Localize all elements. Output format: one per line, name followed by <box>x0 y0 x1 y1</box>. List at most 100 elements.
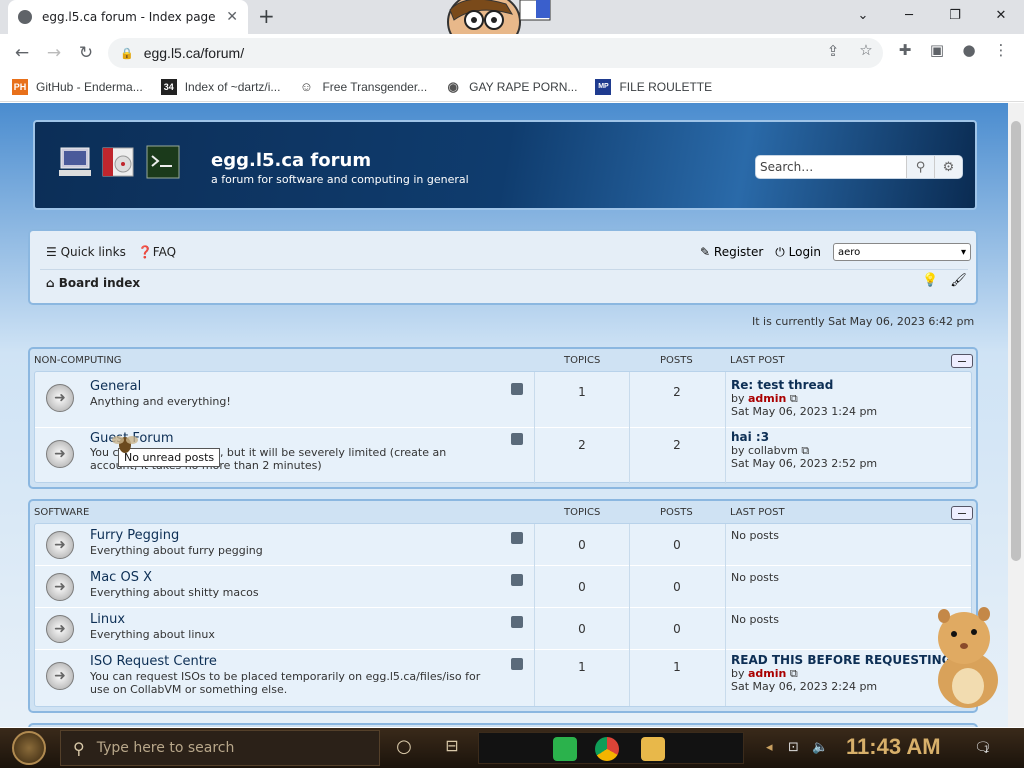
browser-tab[interactable]: egg.l5.ca forum - Index page ✕ <box>8 0 248 34</box>
quick-links-menu[interactable]: ☰ Quick links <box>46 245 126 259</box>
next-category-edge <box>28 723 978 727</box>
dartz-icon: 34 <box>160 78 177 95</box>
post-count: 0 <box>673 622 681 636</box>
last-post-date: Sat May 06, 2023 2:52 pm <box>731 457 878 470</box>
taskbar-clock[interactable]: 11:43 AM <box>846 734 941 760</box>
forum-title[interactable]: ISO Request Centre <box>90 654 217 669</box>
category-title[interactable]: NON-COMPUTING <box>34 355 122 366</box>
cell-separator <box>725 524 726 566</box>
collapse-button[interactable] <box>951 506 973 520</box>
close-window-button[interactable]: ✕ <box>978 0 1024 30</box>
style-select[interactable]: aero ▾ <box>833 243 971 261</box>
sheets-app-icon[interactable] <box>553 737 577 761</box>
forum-description: You can request ISOs to be placed tempor… <box>90 670 481 696</box>
restore-button[interactable]: ❐ <box>932 0 978 30</box>
style-value: aero <box>838 246 861 258</box>
topics-header: TOPICS <box>564 507 601 518</box>
view-post-icon[interactable]: ⧉ <box>801 444 809 457</box>
register-link[interactable]: ✎ Register <box>700 245 763 259</box>
cell-separator <box>534 566 535 608</box>
brush-icon[interactable]: 🖌 <box>950 273 967 288</box>
scrollbar-thumb[interactable] <box>1011 121 1021 561</box>
bookmark-item[interactable]: MP FILE ROULETTE <box>595 78 712 95</box>
show-hidden-icons[interactable]: ◂ <box>766 740 773 755</box>
back-icon[interactable]: ← <box>6 43 38 63</box>
forum-title[interactable]: Furry Pegging <box>90 528 179 543</box>
gear-icon: ⚙ <box>942 159 955 175</box>
bookmark-item[interactable]: ◉ GAY RAPE PORN... <box>445 78 577 95</box>
taskbar-search[interactable]: ⚲ Type here to search <box>60 730 380 766</box>
last-post-user[interactable]: collabvm <box>748 444 798 457</box>
cortana-icon[interactable]: ○ <box>392 736 416 760</box>
forum-read-icon: ➜ <box>46 573 74 601</box>
board-index-label: Board index <box>58 276 141 290</box>
extensions-icon[interactable]: ✚ <box>894 41 916 59</box>
cell-separator <box>725 372 726 428</box>
search-input[interactable]: Search… <box>756 156 906 178</box>
faq-link[interactable]: ❓FAQ <box>138 245 176 259</box>
collapse-button[interactable] <box>951 354 973 368</box>
lastpost-header: LAST POST <box>730 355 785 366</box>
forum-description: Everything about furry pegging <box>90 544 263 557</box>
minimize-button[interactable]: ─ <box>886 0 932 30</box>
bookmark-item[interactable]: 34 Index of ~dartz/i... <box>160 78 280 95</box>
site-logo[interactable] <box>57 144 181 180</box>
category-title[interactable]: SOFTWARE <box>34 507 89 518</box>
share-icon[interactable]: ⇪ <box>822 42 844 60</box>
rss-icon[interactable] <box>511 383 523 395</box>
search-box: Search… ⚲ ⚙ <box>755 155 963 179</box>
advanced-search-button[interactable]: ⚙ <box>934 156 962 178</box>
bookmark-label: Free Transgender... <box>322 79 428 94</box>
task-view-icon[interactable]: ⊟ <box>440 736 464 760</box>
tab-search-icon[interactable]: ⌄ <box>840 0 886 30</box>
forward-icon[interactable]: → <box>38 43 70 63</box>
view-post-icon[interactable]: ⧉ <box>790 392 798 405</box>
lightbulb-icon[interactable]: 💡 <box>922 273 938 288</box>
bookmark-item[interactable]: PH GitHub - Enderma... <box>12 78 143 95</box>
close-tab-icon[interactable]: ✕ <box>226 9 238 25</box>
forum-title[interactable]: Mac OS X <box>90 570 152 585</box>
taskbar: ⚲ Type here to search ○ ⊟ ◂ ⊡ 🔈 11:43 AM… <box>0 728 1024 768</box>
page-scrollbar[interactable] <box>1008 103 1024 727</box>
last-post-by: by <box>731 444 745 457</box>
omnibox[interactable]: 🔒 egg.l5.ca/forum/ <box>108 38 883 68</box>
lastpost-header: LAST POST <box>730 507 785 518</box>
last-post-title[interactable]: Re: test thread <box>731 379 877 392</box>
last-post-title[interactable]: hai :3 <box>731 431 877 444</box>
rss-icon[interactable] <box>511 616 523 628</box>
bookmark-star-icon[interactable]: ☆ <box>855 41 877 59</box>
cell-separator <box>629 608 630 650</box>
last-post: hai :3 by collabvm ⧉ Sat May 06, 2023 2:… <box>731 431 878 471</box>
notification-icon[interactable]: 🗨1 <box>974 740 992 756</box>
volume-muted-icon[interactable]: 🔈 <box>812 740 828 755</box>
search-button[interactable]: ⚲ <box>906 156 934 178</box>
posts-header: POSTS <box>660 507 693 518</box>
cell-separator <box>725 566 726 608</box>
view-post-icon[interactable]: ⧉ <box>790 667 798 680</box>
rss-icon[interactable] <box>511 532 523 544</box>
last-post-user[interactable]: admin <box>748 392 786 405</box>
forum-title[interactable]: Linux <box>90 612 125 627</box>
board-index-link[interactable]: ⌂ Board index <box>46 276 140 290</box>
file-explorer-icon[interactable] <box>641 737 665 761</box>
rss-icon[interactable] <box>511 658 523 670</box>
rss-icon[interactable] <box>511 574 523 586</box>
new-tab-button[interactable]: + <box>258 4 275 28</box>
profile-icon[interactable]: ● <box>958 41 980 59</box>
rss-icon[interactable] <box>511 433 523 445</box>
network-icon[interactable]: ⊡ <box>788 740 799 755</box>
start-button[interactable] <box>0 728 58 768</box>
side-panel-icon[interactable]: ▣ <box>926 41 948 59</box>
last-post-user[interactable]: admin <box>748 667 786 680</box>
forum-title[interactable]: General <box>90 379 141 394</box>
menu-icon[interactable]: ⋮ <box>990 41 1012 59</box>
post-count: 0 <box>673 538 681 552</box>
bookmark-item[interactable]: ☺ Free Transgender... <box>298 78 428 95</box>
login-link[interactable]: ⏻ Login <box>775 245 821 260</box>
chrome-app-icon[interactable] <box>595 737 619 761</box>
lock-icon: 🔒 <box>120 46 134 60</box>
site-name[interactable]: egg.l5.ca forum <box>211 150 371 171</box>
reload-icon[interactable]: ↻ <box>70 43 102 63</box>
topics-header: TOPICS <box>564 355 601 366</box>
roulette-icon: MP <box>595 78 612 95</box>
